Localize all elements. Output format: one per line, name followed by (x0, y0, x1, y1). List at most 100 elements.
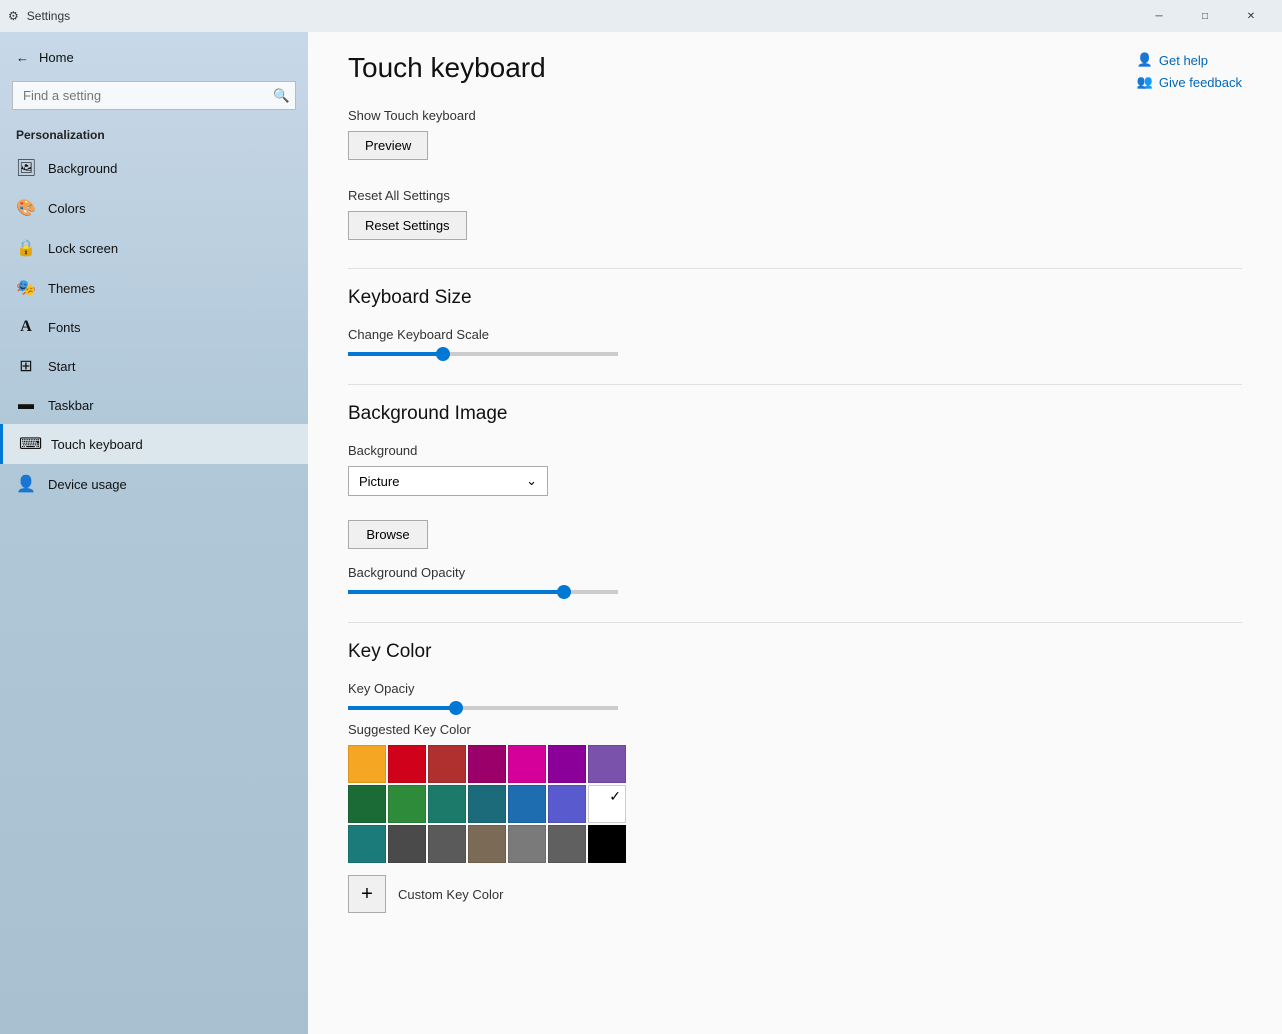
sidebar-item-touch-keyboard[interactable]: ⌨ Touch keyboard (0, 424, 308, 464)
swatch-gray[interactable] (428, 825, 466, 863)
home-label: Home (39, 50, 74, 65)
swatch-dark-red[interactable] (428, 745, 466, 783)
sidebar-item-label: Background (48, 161, 117, 176)
page-title: Touch keyboard (348, 52, 1242, 84)
key-opacity-fill (348, 706, 456, 710)
themes-icon: 🎭 (16, 278, 36, 298)
keyboard-icon: ⌨ (19, 434, 39, 454)
device-icon: 👤 (16, 474, 36, 494)
sidebar-item-start[interactable]: ⊞ Start (0, 346, 308, 386)
show-keyboard-label: Show Touch keyboard (348, 108, 1242, 123)
reset-label: Reset All Settings (348, 188, 1242, 203)
swatch-dark-green[interactable] (348, 785, 386, 823)
chevron-down-icon: ⌄ (526, 473, 537, 489)
change-scale-label: Change Keyboard Scale (348, 327, 1242, 342)
title-bar-title: Settings (27, 9, 70, 23)
slider-track (348, 352, 618, 356)
swatch-medium-gray[interactable] (508, 825, 546, 863)
sidebar-item-device-usage[interactable]: 👤 Device usage (0, 464, 308, 504)
search-box: 🔍 (12, 81, 296, 110)
background-image-section: Background Image Background Picture ⌄ Br… (348, 403, 1242, 594)
swatch-white[interactable]: ✓ (588, 785, 626, 823)
sidebar-item-colors[interactable]: 🎨 Colors (0, 188, 308, 228)
swatch-green[interactable] (388, 785, 426, 823)
divider-3 (348, 622, 1242, 623)
start-icon: ⊞ (16, 356, 36, 376)
custom-color-row[interactable]: + Custom Key Color (348, 875, 1242, 913)
fonts-icon: A (16, 318, 36, 336)
sidebar-item-taskbar[interactable]: ▬ Taskbar (0, 386, 308, 424)
opacity-slider-fill (348, 590, 564, 594)
help-icon: 👤 (1137, 52, 1153, 68)
sidebar-item-label: Fonts (48, 320, 81, 335)
swatch-teal[interactable] (428, 785, 466, 823)
title-bar: ⚙ Settings ─ □ ✕ (0, 0, 1282, 32)
swatch-blue[interactable] (508, 785, 546, 823)
close-button[interactable]: ✕ (1228, 0, 1274, 32)
color-grid-row3 (348, 825, 1242, 863)
lock-icon: 🔒 (16, 238, 36, 258)
section-heading: Personalization (0, 118, 308, 148)
sidebar: ← Home 🔍 Personalization 🖼 Background 🎨 … (0, 32, 308, 1034)
key-opacity-slider[interactable] (348, 706, 1242, 710)
slider-thumb[interactable] (436, 347, 450, 361)
keyboard-scale-slider[interactable] (348, 352, 1242, 356)
background-opacity-slider[interactable] (348, 590, 1242, 594)
background-image-title: Background Image (348, 403, 1242, 429)
opacity-slider-thumb[interactable] (557, 585, 571, 599)
search-input[interactable] (12, 81, 296, 110)
swatch-dark-teal[interactable] (468, 785, 506, 823)
plus-icon: + (348, 875, 386, 913)
suggested-key-color-label: Suggested Key Color (348, 722, 1242, 737)
give-feedback-link[interactable]: 👥 Give feedback (1137, 74, 1242, 90)
background-dropdown-label: Background (348, 443, 1242, 458)
swatch-purple[interactable] (548, 745, 586, 783)
swatch-dark-pink[interactable] (468, 745, 506, 783)
sidebar-item-label: Touch keyboard (51, 437, 143, 452)
title-bar-left: ⚙ Settings (8, 9, 70, 23)
slider-fill (348, 352, 443, 356)
get-help-link[interactable]: 👤 Get help (1137, 52, 1242, 68)
swatch-magenta[interactable] (508, 745, 546, 783)
browse-button[interactable]: Browse (348, 520, 428, 549)
swatch-indigo[interactable] (548, 785, 586, 823)
background-dropdown[interactable]: Picture ⌄ (348, 466, 548, 496)
sidebar-item-label: Colors (48, 201, 86, 216)
title-bar-icon: ⚙ (8, 9, 19, 23)
swatch-orange[interactable] (348, 745, 386, 783)
back-icon: ← (16, 50, 29, 65)
opacity-label: Background Opacity (348, 565, 1242, 580)
opacity-slider-track (348, 590, 618, 594)
key-opacity-track (348, 706, 618, 710)
colors-icon: 🎨 (16, 198, 36, 218)
search-icon[interactable]: 🔍 (273, 88, 290, 104)
swatch-cyan[interactable] (348, 825, 386, 863)
background-icon: 🖼 (16, 158, 36, 178)
sidebar-item-themes[interactable]: 🎭 Themes (0, 268, 308, 308)
show-keyboard-section: Show Touch keyboard Preview (348, 108, 1242, 160)
reset-button[interactable]: Reset Settings (348, 211, 467, 240)
swatch-dark-gray[interactable] (388, 825, 426, 863)
divider-1 (348, 268, 1242, 269)
sidebar-item-background[interactable]: 🖼 Background (0, 148, 308, 188)
maximize-button[interactable]: □ (1182, 0, 1228, 32)
dropdown-value: Picture (359, 474, 399, 489)
key-opacity-thumb[interactable] (449, 701, 463, 715)
minimize-button[interactable]: ─ (1136, 0, 1182, 32)
key-color-section: Key Color Key Opaciy Suggested Key Color (348, 641, 1242, 913)
title-bar-controls: ─ □ ✕ (1136, 0, 1274, 32)
reset-section: Reset All Settings Reset Settings (348, 188, 1242, 240)
swatch-lavender[interactable] (588, 745, 626, 783)
key-color-title: Key Color (348, 641, 1242, 667)
color-grid-row1 (348, 745, 1242, 783)
swatch-tan[interactable] (468, 825, 506, 863)
sidebar-item-fonts[interactable]: A Fonts (0, 308, 308, 346)
back-button[interactable]: ← Home (0, 42, 308, 73)
swatch-slate[interactable] (548, 825, 586, 863)
sidebar-item-label: Taskbar (48, 398, 94, 413)
sidebar-item-label: Start (48, 359, 75, 374)
sidebar-item-lock-screen[interactable]: 🔒 Lock screen (0, 228, 308, 268)
preview-button[interactable]: Preview (348, 131, 428, 160)
swatch-red[interactable] (388, 745, 426, 783)
swatch-black[interactable] (588, 825, 626, 863)
